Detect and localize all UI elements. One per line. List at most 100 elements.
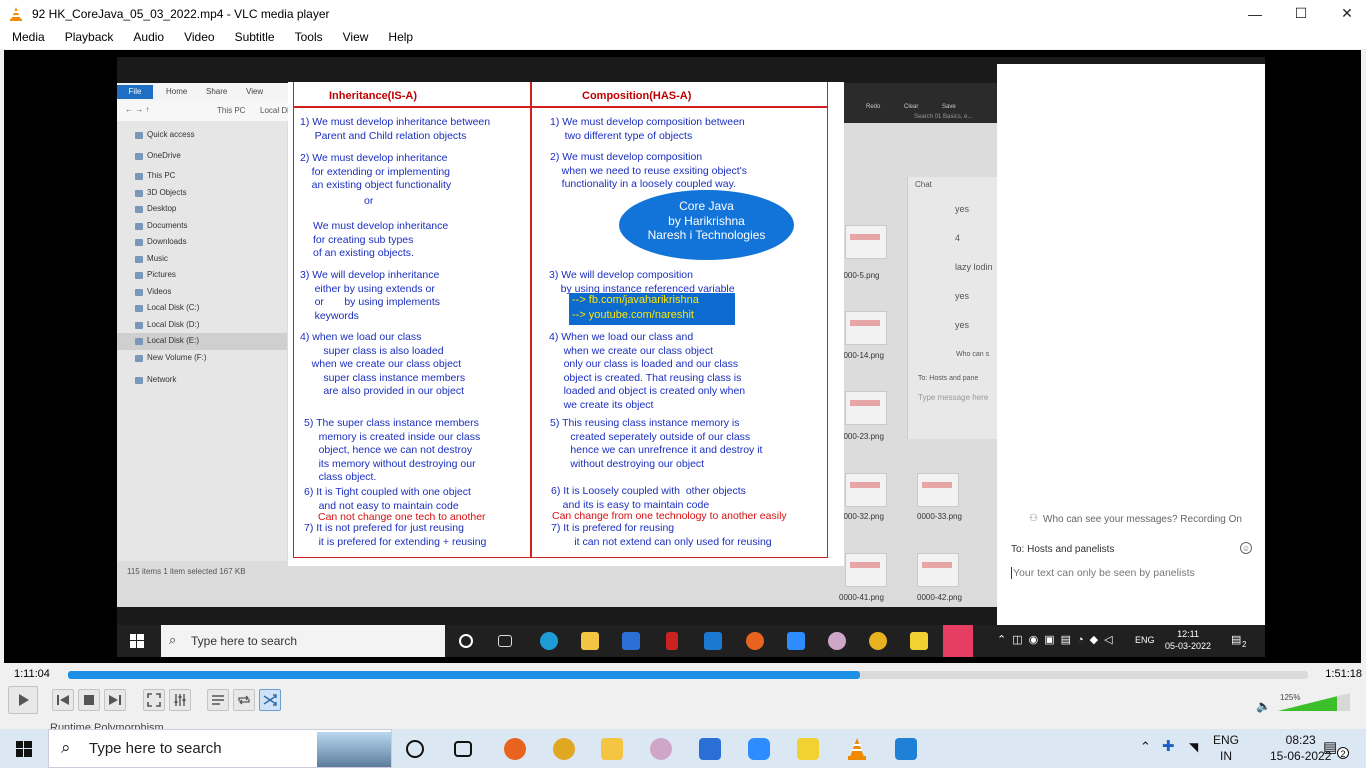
menu-audio[interactable]: Audio — [121, 27, 172, 49]
sidebar-item: Music — [117, 251, 287, 268]
thumbnail-label: 0000-32.png — [839, 512, 884, 521]
volume-percent: 125% — [1280, 693, 1301, 702]
sticky-notes-icon[interactable] — [797, 738, 819, 760]
cortana-icon — [459, 634, 473, 648]
previous-icon — [57, 695, 69, 705]
inner-chat-title: Chat — [915, 180, 932, 189]
cortana-icon[interactable] — [406, 740, 424, 758]
taskbar-search-text: Type here to search — [89, 740, 222, 757]
zoom-app-icon[interactable] — [748, 738, 770, 760]
maximize-button[interactable]: ☐ — [1278, 0, 1324, 27]
thumbnail — [845, 225, 887, 259]
menu-tools[interactable]: Tools — [283, 27, 331, 49]
seek-bar[interactable] — [68, 671, 1308, 679]
file-explorer-icon[interactable] — [601, 738, 623, 760]
snip-sketch-icon[interactable] — [650, 738, 672, 760]
chat-recipient[interactable]: To: Hosts and panelists — [1011, 544, 1114, 555]
gift-icon — [666, 632, 678, 650]
thumbnail-label: 0000-5.png — [839, 271, 880, 280]
region-code: IN — [1220, 749, 1232, 763]
sidebar-item: Documents — [117, 218, 287, 235]
plus-icon[interactable]: ✚ — [1162, 737, 1175, 755]
task-view-icon[interactable] — [454, 741, 472, 757]
shared-screen: File Home Share View ← → ↑ This PC Local… — [117, 57, 1265, 657]
left-column-header: Inheritance(IS-A) — [329, 90, 418, 102]
sidebar-item: This PC — [117, 168, 287, 185]
inner-search-box: ⌕ Type here to search — [161, 625, 445, 657]
sidebar-item: Quick access — [117, 127, 287, 144]
tray-icons: ⌃◫◉▣▤◔◆◁ — [997, 634, 1119, 646]
video-area[interactable]: File Home Share View ← → ↑ This PC Local… — [4, 50, 1361, 663]
minimize-icon: — — [1248, 5, 1262, 22]
inner-chat-who: Who can s — [956, 351, 990, 358]
taskbar-search-box[interactable]: ⌕ Type here to search — [48, 729, 392, 768]
sidebar-item: Pictures — [117, 267, 287, 284]
playlist-button[interactable] — [207, 689, 229, 711]
left-point-or: or — [364, 195, 374, 207]
emoji-icon[interactable]: ☺ — [1240, 542, 1252, 554]
inner-zoom-chat: Chat yes 4 lazy lodin yes yes Who can s … — [907, 177, 997, 439]
stop-icon — [84, 695, 94, 705]
camera-app-icon — [943, 625, 973, 657]
inner-lang: ENG — [1135, 635, 1155, 645]
explorer-tab-file: File — [117, 85, 153, 99]
previous-button[interactable] — [52, 689, 74, 711]
chat-message: yes — [955, 291, 970, 301]
minimize-button[interactable]: — — [1232, 0, 1278, 27]
menu-help[interactable]: Help — [376, 27, 421, 49]
slide-watermark-oval: Core Java by Harikrishna Naresh i Techno… — [619, 190, 794, 260]
zoom-chat-panel: ⚇ Who can see your messages? Recording O… — [997, 64, 1265, 632]
thumbnail-label: 0000-33.png — [917, 512, 962, 521]
chat-message: yes — [955, 204, 970, 214]
record-app-icon[interactable] — [504, 738, 526, 760]
chat-input[interactable]: Your text can only be seen by panelists — [1011, 567, 1195, 579]
task-view-icon — [498, 635, 512, 647]
left-point-2: 2) We must develop inheritance for exten… — [300, 152, 452, 192]
store-icon[interactable] — [699, 738, 721, 760]
window-title: 92 HK_CoreJava_05_03_2022.mp4 - VLC medi… — [32, 6, 330, 21]
chevron-up-icon[interactable]: ⌃ — [1140, 739, 1151, 755]
equalizer-icon — [174, 694, 186, 706]
extended-settings-button[interactable] — [169, 689, 191, 711]
vlc-window: 92 HK_CoreJava_05_03_2022.mp4 - VLC medi… — [0, 0, 1366, 734]
thumbnail-label: 0000-42.png — [917, 593, 962, 602]
sidebar-item: Downloads — [117, 234, 287, 251]
inner-date: 05-03-2022 — [1165, 641, 1212, 651]
menu-media[interactable]: Media — [0, 27, 53, 49]
windows-start-button[interactable] — [16, 741, 32, 757]
stop-button[interactable] — [78, 689, 100, 711]
menu-playback[interactable]: Playback — [53, 27, 122, 49]
facebook-link: --> fb.com/javaharikrishna — [572, 294, 699, 306]
left-point-3: 3) We will develop inheritance either by… — [300, 269, 441, 322]
close-button[interactable]: ✕ — [1324, 0, 1366, 27]
playlist-icon — [212, 695, 224, 705]
next-icon — [109, 695, 121, 705]
network-icon[interactable]: ◥ — [1189, 740, 1198, 754]
loop-button[interactable] — [233, 689, 255, 711]
right-point-4: 4) When we load our class and when we cr… — [549, 331, 746, 411]
snip-icon — [828, 632, 846, 650]
play-button[interactable] — [8, 686, 38, 714]
explorer-tab-view: View — [246, 87, 264, 96]
mail-icon — [704, 632, 722, 650]
speaker-icon[interactable]: 🔈 — [1256, 699, 1271, 713]
windows-taskbar: ⌕ Type here to search ⌃ ✚ ◥ ENG IN 08:23… — [0, 729, 1366, 768]
photos-icon[interactable] — [895, 738, 917, 760]
menu-subtitle[interactable]: Subtitle — [223, 27, 283, 49]
fullscreen-button[interactable] — [143, 689, 165, 711]
menu-view[interactable]: View — [331, 27, 377, 49]
inner-search-text: Type here to search — [191, 634, 298, 648]
shuffle-button[interactable] — [259, 689, 281, 711]
loop-icon — [238, 695, 250, 705]
right-column-header: Composition(HAS-A) — [582, 90, 692, 102]
next-button[interactable] — [104, 689, 126, 711]
taskbar-language[interactable]: ENG IN — [1213, 732, 1239, 764]
chrome-icon[interactable] — [553, 738, 575, 760]
notification-center-icon[interactable]: ▤ — [1323, 738, 1337, 756]
chat-message: 4 — [955, 233, 961, 243]
menu-video[interactable]: Video — [172, 27, 222, 49]
store-icon — [622, 632, 640, 650]
close-icon: ✕ — [1341, 5, 1353, 21]
left-point-2b: We must develop inheritance for creating… — [313, 220, 449, 260]
vlc-taskbar-icon[interactable] — [846, 737, 868, 761]
